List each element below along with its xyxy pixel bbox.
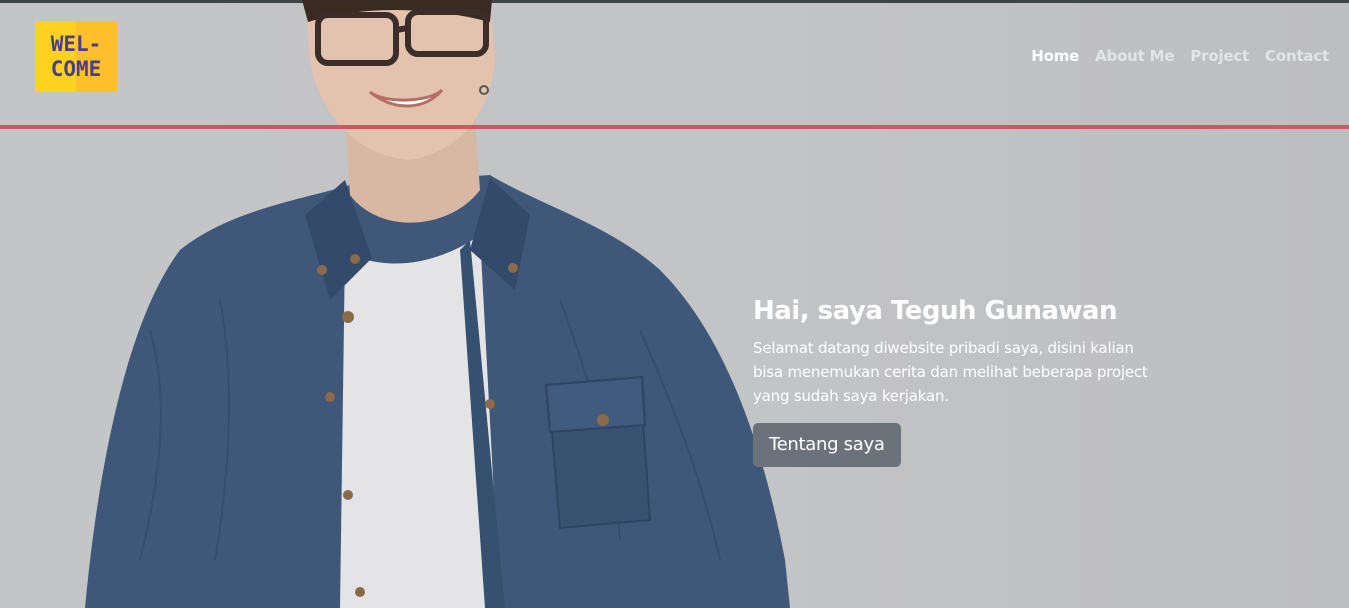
navbar-divider: [0, 125, 1349, 129]
hero-section: WEL- COME Home About Me Project Contact …: [0, 0, 1349, 608]
nav-item-home[interactable]: Home: [1031, 47, 1079, 65]
logo-line-1: WEL-: [50, 31, 102, 56]
logo-line-2: COME: [50, 56, 102, 81]
hero-content: Hai, saya Teguh Gunawan Selamat datang d…: [753, 296, 1173, 467]
nav-links: Home About Me Project Contact: [1031, 47, 1329, 65]
nav-item-project[interactable]: Project: [1190, 47, 1249, 65]
hero-description: Selamat datang diwebsite pribadi saya, d…: [753, 339, 1148, 405]
about-me-button[interactable]: Tentang saya: [753, 423, 901, 467]
brand-logo[interactable]: WEL- COME: [35, 21, 117, 92]
nav-item-contact[interactable]: Contact: [1265, 47, 1329, 65]
hero-title: Hai, saya Teguh Gunawan: [753, 296, 1118, 326]
nav-item-about-me[interactable]: About Me: [1095, 47, 1174, 65]
navbar: WEL- COME Home About Me Project Contact: [0, 3, 1349, 125]
